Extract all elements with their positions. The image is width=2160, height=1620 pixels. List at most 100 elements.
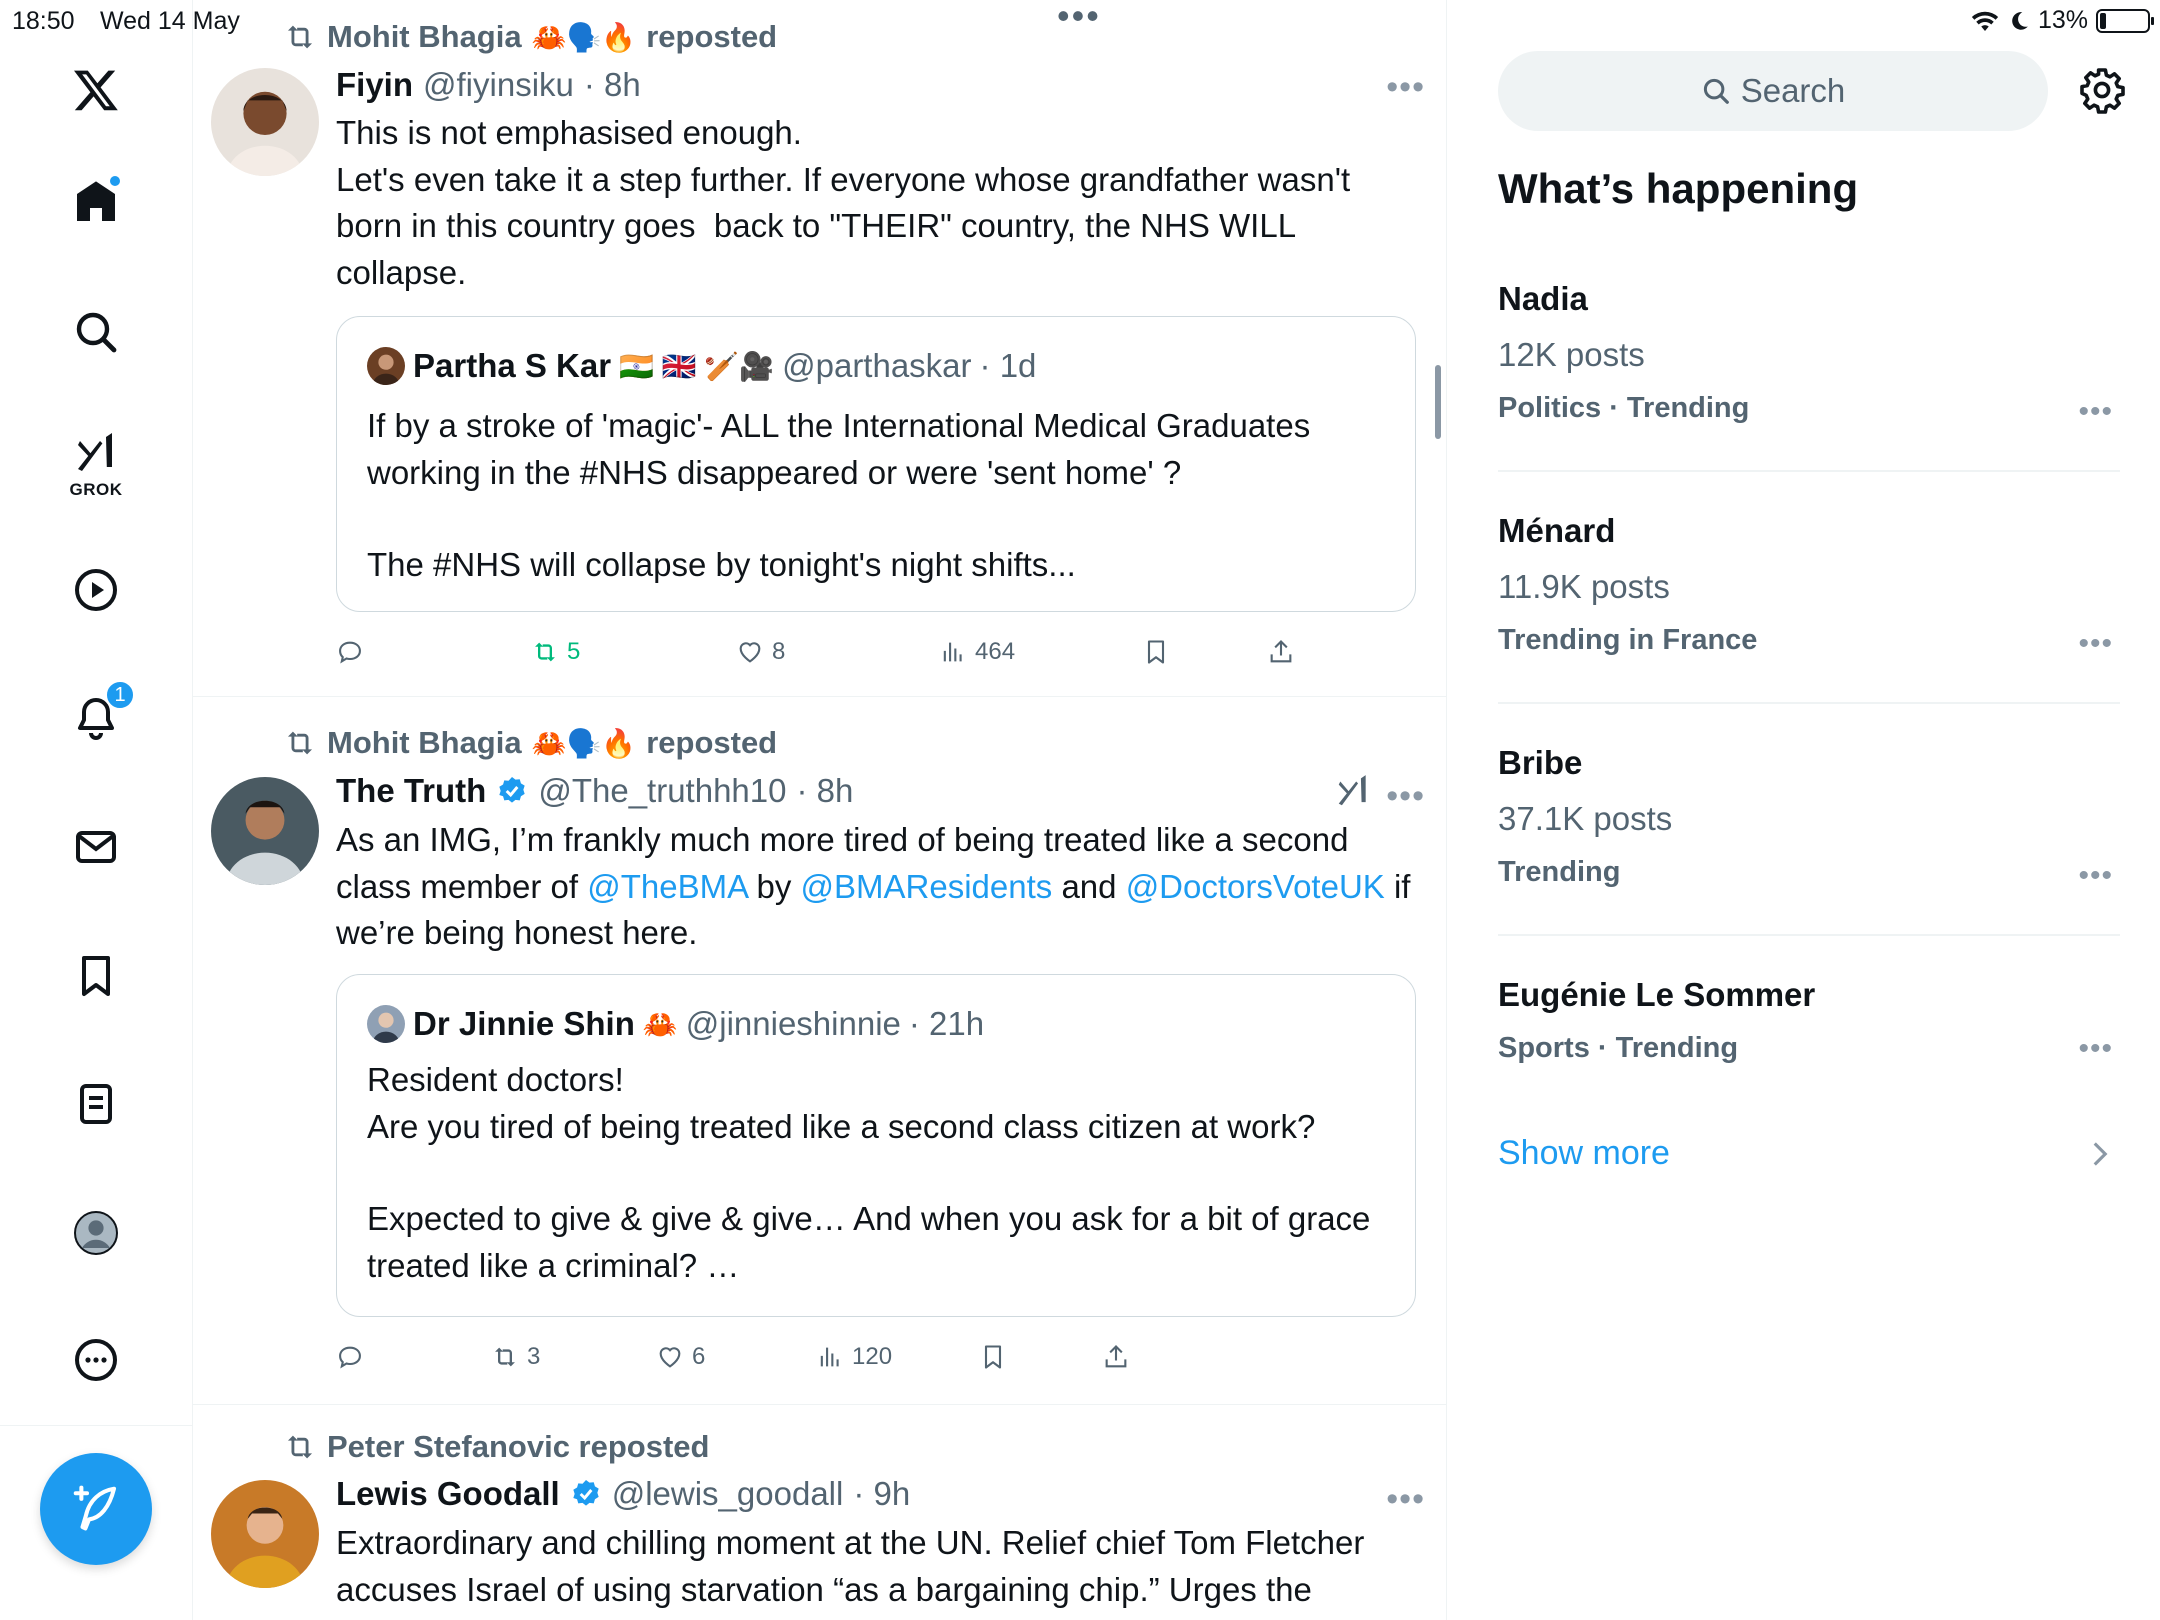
avatar[interactable] xyxy=(211,777,319,885)
repost-by[interactable]: Mohit Bhagia xyxy=(327,19,522,55)
quote-time: · 21h xyxy=(908,1005,985,1042)
tweet-text-part: and xyxy=(1052,867,1126,905)
show-more-link[interactable]: Show more xyxy=(1498,1134,1670,1173)
grok-icon[interactable] xyxy=(66,423,126,483)
search-icon[interactable] xyxy=(66,302,126,362)
more-options-icon[interactable]: ••• xyxy=(1386,70,1425,104)
tweet-time[interactable]: · 9h xyxy=(853,1475,910,1513)
trend-divider xyxy=(1498,934,2120,936)
tweet-time[interactable]: · 8h xyxy=(797,772,854,810)
quote-author-name: Dr Jinnie Shin xyxy=(413,1005,635,1042)
quote-header: Partha S Kar 🇮🇳 🇬🇧 🏏🎥 @parthaskar · 1d xyxy=(367,345,1036,387)
repost-by[interactable]: Peter Stefanovic reposted xyxy=(327,1429,709,1465)
quote-text-line xyxy=(367,1150,1387,1196)
repost-icon xyxy=(535,642,555,662)
more-options-icon[interactable]: ••• xyxy=(1386,1482,1425,1516)
views-button[interactable]: 120 xyxy=(816,1337,892,1377)
trend-count: 12K posts xyxy=(1498,336,1645,373)
bookmark-button[interactable] xyxy=(1142,632,1170,672)
quote-author-emojis: 🇮🇳 🇬🇧 🏏🎥 xyxy=(619,350,775,382)
gear-icon[interactable] xyxy=(2078,66,2126,114)
home-icon[interactable] xyxy=(66,172,126,232)
grok-explain-icon[interactable] xyxy=(1334,772,1372,810)
mail-icon[interactable] xyxy=(66,817,126,877)
trend-more-icon[interactable]: ••• xyxy=(2078,859,2113,893)
bookmark-icon xyxy=(984,1345,1002,1369)
reply-button[interactable] xyxy=(336,1337,364,1377)
timeline: Mohit Bhagia 🦀🗣️🔥 reposted Fiyin @fiyins… xyxy=(193,0,1447,1620)
play-icon[interactable] xyxy=(66,560,126,620)
avatar[interactable] xyxy=(211,68,319,176)
quote-text-line: Resident doctors! xyxy=(367,1061,624,1098)
author-handle[interactable]: @The_truthhh10 xyxy=(538,772,786,810)
avatar[interactable] xyxy=(211,1480,319,1588)
search-placeholder: Search xyxy=(1740,72,1846,109)
repost-button[interactable]: 5 xyxy=(531,632,580,672)
tweet-text: Extraordinary and chilling moment at the… xyxy=(336,1524,1365,1608)
profile-avatar-icon[interactable] xyxy=(66,1203,126,1263)
trend-name: Bribe xyxy=(1498,744,1583,781)
more-options-icon[interactable]: ••• xyxy=(1386,779,1425,813)
views-icon xyxy=(943,642,962,662)
compose-button[interactable] xyxy=(40,1453,152,1565)
tweet-header: Lewis Goodall @lewis_goodall · 9h xyxy=(336,1473,910,1515)
reply-icon xyxy=(339,641,361,664)
trend-name: Ménard xyxy=(1498,512,1616,549)
author-handle[interactable]: @fiyinsiku xyxy=(423,66,574,104)
author-name[interactable]: Lewis Goodall xyxy=(336,1475,560,1513)
tweet-text-part: by xyxy=(747,867,801,905)
scroll-indicator[interactable] xyxy=(1435,365,1441,439)
views-button[interactable]: 464 xyxy=(939,632,1015,672)
tweet-actions: 3 6 120 xyxy=(336,1337,1336,1377)
tweet-time[interactable]: · 8h xyxy=(584,66,641,104)
trend-item[interactable]: Nadia 12K posts Politics · Trending ••• xyxy=(1498,280,2118,428)
right-sidebar: Search What’s happening Nadia 12K posts … xyxy=(1448,0,2160,1620)
quote-avatar xyxy=(367,1005,405,1043)
quote-time: · 1d xyxy=(979,347,1037,384)
quote-tweet[interactable]: Dr Jinnie Shin 🦀 @jinnieshinnie · 21h Re… xyxy=(336,974,1416,1317)
trend-more-icon[interactable]: ••• xyxy=(2078,395,2113,429)
trend-context: Sports · Trending xyxy=(1498,1032,1739,1064)
like-button[interactable]: 8 xyxy=(736,632,785,672)
mention-link[interactable]: @TheBMA xyxy=(587,868,747,905)
trend-more-icon[interactable]: ••• xyxy=(2078,1032,2113,1066)
repost-icon xyxy=(287,1435,313,1459)
like-button[interactable]: 6 xyxy=(656,1337,705,1377)
tweet[interactable]: Mohit Bhagia 🦀🗣️🔥 reposted The Truth @Th… xyxy=(193,697,1446,1405)
bell-icon[interactable]: 1 xyxy=(66,680,135,748)
trend-item[interactable]: Ménard 11.9K posts Trending in France ••… xyxy=(1498,512,2118,660)
trend-item[interactable]: Eugénie Le Sommer Sports · Trending ••• xyxy=(1498,976,2118,1065)
share-button[interactable] xyxy=(1267,632,1295,672)
bookmark-button[interactable] xyxy=(979,1337,1007,1377)
author-handle[interactable]: @lewis_goodall xyxy=(612,1475,844,1513)
repost-button[interactable]: 3 xyxy=(491,1337,540,1377)
repost-by[interactable]: Mohit Bhagia xyxy=(327,725,522,761)
quote-avatar xyxy=(367,347,405,385)
mention-link[interactable]: @BMAResidents xyxy=(801,868,1053,905)
trend-item[interactable]: Bribe 37.1K posts Trending ••• xyxy=(1498,744,2118,892)
quote-header: Dr Jinnie Shin 🦀 @jinnieshinnie · 21h xyxy=(367,1003,984,1045)
quote-tweet[interactable]: Partha S Kar 🇮🇳 🇬🇧 🏏🎥 @parthaskar · 1d I… xyxy=(336,316,1416,612)
repost-line: Peter Stefanovic reposted xyxy=(283,1427,709,1467)
tweet[interactable]: Mohit Bhagia 🦀🗣️🔥 reposted Fiyin @fiyins… xyxy=(193,0,1446,697)
bookmark-icon[interactable] xyxy=(66,946,126,1006)
tweet-text-line: This is not emphasised enough. xyxy=(336,114,802,151)
more-circle-icon[interactable] xyxy=(66,1330,126,1390)
list-icon[interactable] xyxy=(66,1074,126,1134)
author-name[interactable]: Fiyin xyxy=(336,66,413,104)
quote-text: If by a stroke of 'magic'- ALL the Inter… xyxy=(367,403,1387,589)
trend-name: Nadia xyxy=(1498,280,1588,317)
chevron-right-icon[interactable] xyxy=(2088,1140,2112,1168)
mention-link[interactable]: @DoctorsVoteUK xyxy=(1126,868,1385,905)
tweet[interactable]: Peter Stefanovic reposted Lewis Goodall … xyxy=(193,1405,1446,1620)
share-button[interactable] xyxy=(1102,1337,1130,1377)
search-input[interactable]: Search xyxy=(1498,51,2048,131)
repost-icon xyxy=(495,1347,515,1367)
quote-text-line: The #NHS will collapse by tonight's nigh… xyxy=(367,546,1076,583)
x-logo-icon[interactable] xyxy=(66,60,126,120)
author-name[interactable]: The Truth xyxy=(336,772,486,810)
trend-divider xyxy=(1498,470,2120,472)
reply-button[interactable] xyxy=(336,632,364,672)
quote-author-handle: @parthaskar xyxy=(782,347,972,384)
trend-more-icon[interactable]: ••• xyxy=(2078,627,2113,661)
